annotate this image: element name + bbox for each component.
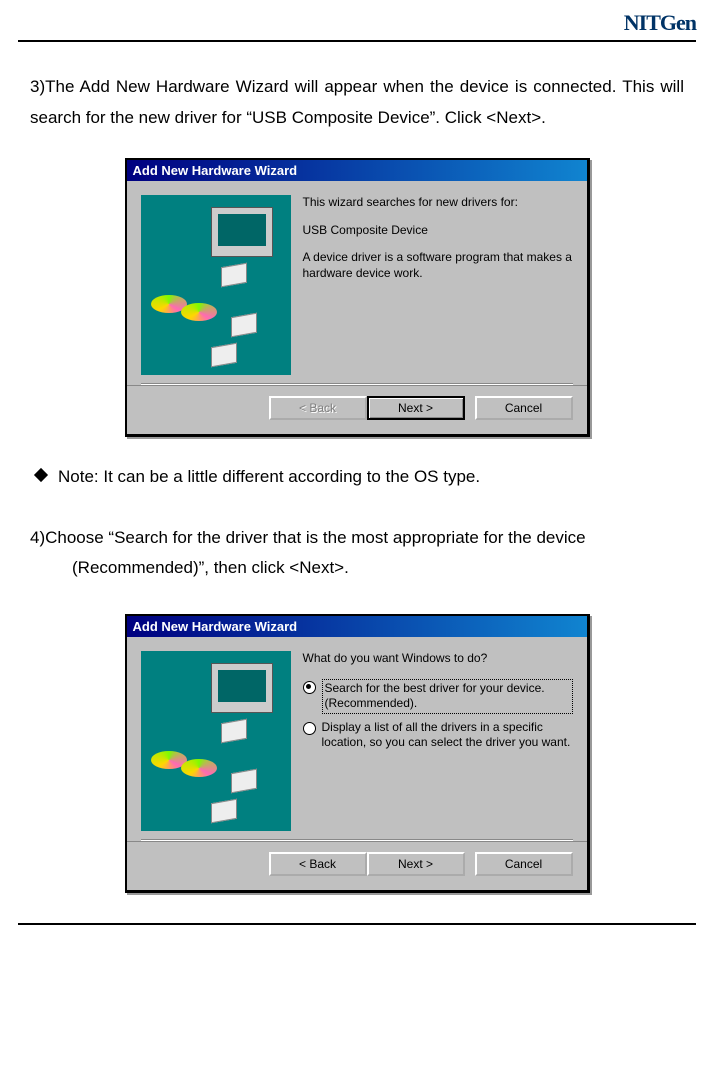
wizard1-device: USB Composite Device [303, 223, 573, 239]
wizard2-graphic [141, 651, 291, 831]
note: Note: It can be a little different accor… [36, 462, 684, 493]
bullet-icon [34, 468, 48, 482]
wizard2-option1-label: Search for the best driver for your devi… [322, 679, 573, 714]
footer-rule [18, 923, 696, 935]
wizard2-option1[interactable]: Search for the best driver for your devi… [303, 679, 573, 714]
wizard2-back-button[interactable]: < Back [269, 852, 367, 876]
wizard2-option2[interactable]: Display a list of all the drivers in a s… [303, 720, 573, 751]
wizard1-line2: A device driver is a software program th… [303, 250, 573, 281]
wizard1-cancel-button[interactable]: Cancel [475, 396, 573, 420]
wizard2-content: What do you want Windows to do? Search f… [303, 651, 573, 831]
logo: NITGen [624, 10, 696, 36]
wizard1-content: This wizard searches for new drivers for… [303, 195, 573, 375]
wizard2-next-button[interactable]: Next > [367, 852, 465, 876]
radio-checked-icon [303, 681, 316, 694]
wizard1-next-button[interactable]: Next > [367, 396, 465, 420]
wizard1-line1: This wizard searches for new drivers for… [303, 195, 573, 211]
wizard2-window: Add New Hardware Wizard What do you want… [125, 614, 590, 893]
wizard2-titlebar: Add New Hardware Wizard [127, 616, 587, 637]
wizard2-question: What do you want Windows to do? [303, 651, 573, 667]
wizard1-window: Add New Hardware Wizard This wizard sear… [125, 158, 590, 437]
step3-text: 3)The Add New Hardware Wizard will appea… [30, 72, 684, 133]
wizard2-cancel-button[interactable]: Cancel [475, 852, 573, 876]
wizard1-back-button[interactable]: < Back [269, 396, 367, 420]
note-text: Note: It can be a little different accor… [58, 467, 480, 486]
wizard1-graphic [141, 195, 291, 375]
wizard1-titlebar: Add New Hardware Wizard [127, 160, 587, 181]
radio-unchecked-icon [303, 722, 316, 735]
wizard2-option2-label: Display a list of all the drivers in a s… [322, 720, 573, 751]
page-header: NITGen [18, 10, 696, 42]
step4-text: 4)Choose “Search for the driver that is … [30, 523, 684, 584]
